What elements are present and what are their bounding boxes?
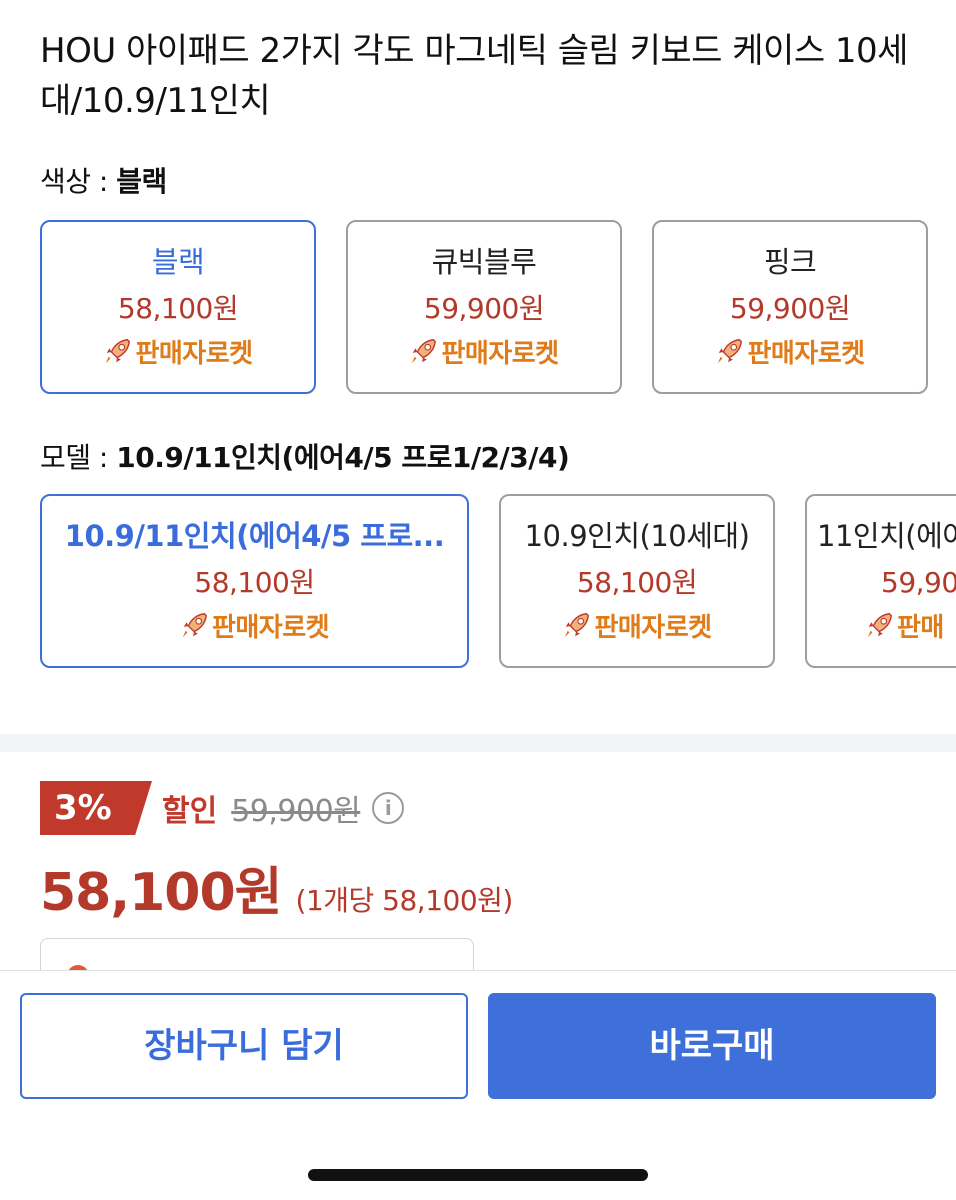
rocket-icon: [718, 339, 743, 364]
option-name: 큐빅블루: [431, 245, 537, 279]
option-price: 59,900원: [729, 292, 851, 325]
color-option-cubic-blue[interactable]: 큐빅블루 59,900원 판매자로켓: [346, 220, 622, 394]
unit-price: (1개당 58,100원): [295, 884, 514, 917]
color-option-list: 블랙 58,100원 판매자로켓 큐빅블루 59,900원 판매자로켓 핑크 5…: [40, 220, 956, 396]
discount-label: 할인: [162, 794, 218, 829]
badge-text: 판매: [897, 613, 944, 643]
rocket-icon: [565, 613, 590, 638]
seller-rocket-badge: 판매자로켓: [348, 336, 620, 372]
color-option-label: 색상 : 블랙: [40, 160, 167, 200]
option-price: 59,900원: [423, 292, 545, 325]
section-divider: [0, 734, 956, 752]
option-price: 58,100원: [117, 292, 239, 325]
option-name: 11인치(에어: [817, 519, 956, 553]
seller-rocket-badge: 판매자로켓: [501, 610, 773, 646]
add-to-cart-button[interactable]: 장바구니 담기: [20, 993, 468, 1099]
color-option-label-text: 색상 :: [40, 165, 117, 198]
home-indicator[interactable]: [308, 1169, 648, 1181]
product-title: HOU 아이패드 2가지 각도 마그네틱 슬림 키보드 케이스 10세대/10.…: [40, 31, 908, 121]
model-option-selected: 10.9/11인치(에어4/5 프로1/2/3/4): [116, 441, 570, 474]
seller-rocket-badge: 판매: [817, 610, 956, 646]
option-price: 58,100원: [576, 566, 698, 599]
rocket-icon: [182, 613, 207, 638]
model-option-label-text: 모델 :: [40, 441, 117, 474]
discount-rate-badge: 3%: [40, 781, 152, 835]
bottom-action-bar: 장바구니 담기 바로구매: [0, 970, 956, 1200]
option-name: 블랙: [151, 245, 205, 279]
model-option-11-air[interactable]: 11인치(에어 59,90 판매: [805, 494, 956, 668]
badge-text: 판매자로켓: [211, 613, 330, 643]
buy-now-button[interactable]: 바로구매: [488, 993, 936, 1099]
model-option-10-9-gen10[interactable]: 10.9인치(10세대) 58,100원 판매자로켓: [499, 494, 775, 668]
color-option-selected: 블랙: [116, 165, 167, 198]
option-name: 핑크: [763, 245, 817, 279]
seller-rocket-badge: 판매자로켓: [42, 336, 314, 372]
discount-row: 3% 할인 59,900원 i: [40, 780, 405, 836]
option-name: 10.9/11인치(에어4/5 프로...: [64, 519, 445, 553]
rocket-icon: [106, 339, 131, 364]
badge-text: 판매자로켓: [441, 339, 559, 369]
final-price: 58,100원: [40, 863, 283, 923]
price-row: 58,100원 (1개당 58,100원): [40, 850, 513, 925]
option-name: 10.9인치(10세대): [524, 519, 750, 553]
model-option-10-9-11[interactable]: 10.9/11인치(에어4/5 프로... 58,100원 판매자로켓: [40, 494, 469, 668]
color-option-black[interactable]: 블랙 58,100원 판매자로켓: [40, 220, 316, 394]
badge-text: 판매자로켓: [747, 339, 865, 369]
option-price: 59,90: [881, 566, 956, 599]
rocket-icon: [412, 339, 437, 364]
seller-rocket-badge: 판매자로켓: [654, 336, 926, 372]
color-option-pink[interactable]: 핑크 59,900원 판매자로켓: [652, 220, 928, 394]
model-option-label: 모델 : 10.9/11인치(에어4/5 프로1/2/3/4): [40, 436, 570, 476]
model-option-list: 10.9/11인치(에어4/5 프로... 58,100원 판매자로켓 10.9…: [40, 494, 956, 670]
seller-rocket-badge: 판매자로켓: [42, 610, 467, 646]
original-price: 59,900원: [231, 794, 361, 829]
badge-text: 판매자로켓: [135, 339, 253, 369]
info-icon[interactable]: i: [372, 792, 405, 824]
badge-text: 판매자로켓: [594, 613, 712, 643]
rocket-icon: [867, 613, 892, 638]
option-price: 58,100원: [194, 566, 315, 599]
